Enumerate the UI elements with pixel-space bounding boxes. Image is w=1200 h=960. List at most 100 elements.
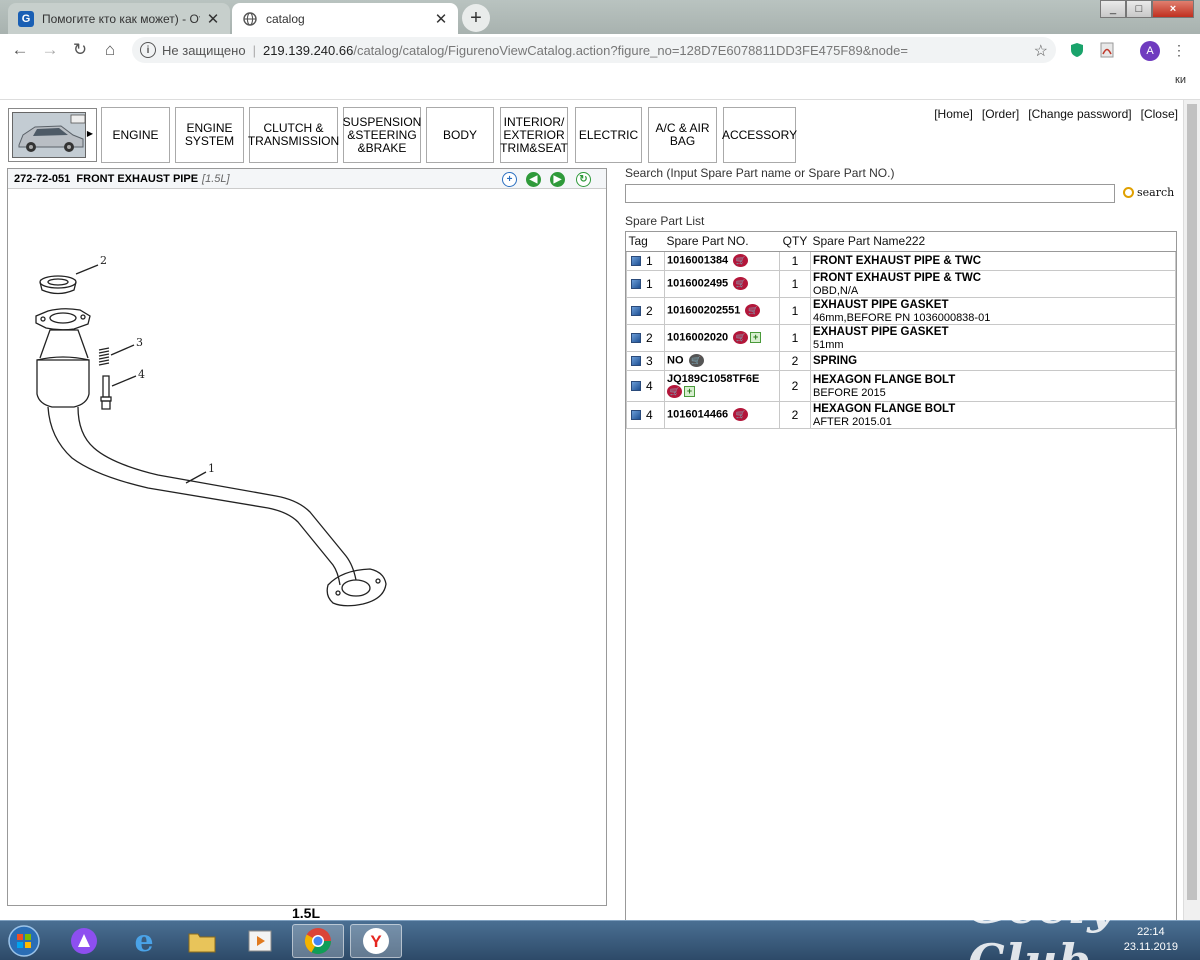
menu-dots-icon[interactable]: ⋮ [1170,41,1188,59]
search-icon [1123,187,1134,198]
close-tab-icon[interactable]: ✕ [434,10,448,28]
category-ac-airbag-button[interactable]: A/C & AIR BAG [648,107,717,163]
minimize-button[interactable]: _ [1100,0,1126,18]
part-number[interactable]: 101600202551 [667,304,740,316]
table-row[interactable]: 3 NO 🛒 2 SPRING [626,350,1176,371]
table-row[interactable]: 4 JQ189C1058TF6E 🛒 + 2 HEXAGON FLANGE BOLT… [626,369,1176,402]
search-button[interactable]: search [1123,186,1174,199]
part-number[interactable]: 1016001384 [667,254,728,266]
part-number[interactable]: 1016014466 [667,408,728,420]
page-scrollbar[interactable] [1183,100,1200,920]
next-figure-icon[interactable]: ▶ [550,172,565,187]
tab-catalog[interactable]: catalog ✕ [232,3,458,34]
change-password-link[interactable]: [Change password] [1028,107,1131,121]
category-accessory-button[interactable]: ACCESSORY [722,107,797,163]
table-row[interactable]: 4 1016014466 🛒 2 HEXAGON FLANGE BOLT AFTER… [626,400,1176,429]
taskbar-yandex-browser-icon[interactable]: Y [350,924,402,958]
part-search-input[interactable] [625,184,1115,203]
add-to-cart-icon[interactable]: 🛒 [733,254,749,267]
part-tag-icon[interactable] [631,381,641,392]
category-interior-exterior-button[interactable]: INTERIOR/ EXTERIOR TRIM&SEAT [500,107,568,163]
scrollbar-thumb[interactable] [1187,104,1197,900]
close-window-button[interactable]: × [1152,0,1194,18]
top-links: [Home] [Order] [Change password] [Close] [934,107,1178,121]
new-tab-button[interactable]: + [462,4,490,32]
replacement-plus-icon[interactable]: + [684,386,695,397]
profile-avatar[interactable]: A [1140,41,1160,61]
bookmark-star-icon[interactable]: ☆ [1034,41,1048,61]
taskbar-media-player-icon[interactable] [234,924,286,958]
part-tag-icon[interactable] [631,410,641,421]
add-to-cart-icon[interactable]: 🛒 [733,408,749,421]
forward-arrow-icon[interactable]: → [38,38,62,62]
order-link[interactable]: [Order] [982,107,1019,121]
bookmarks-bar: ки [0,66,1200,100]
cart-unavailable-icon[interactable]: 🛒 [688,354,704,367]
part-tag-icon[interactable] [631,279,641,290]
part-note: AFTER 2015.01 [813,415,892,428]
part-name: EXHAUST PIPE GASKET [813,325,949,338]
bookmarks-overflow[interactable]: ки [1175,74,1186,86]
part-note: OBD,N/A [813,284,859,297]
add-to-cart-icon[interactable]: 🛒 [667,385,682,398]
table-row[interactable]: 2 101600202551 🛒 1 EXHAUST PIPE GASKET 46m… [626,296,1176,325]
category-suspension-steering-brake-button[interactable]: SUSPENSION &STEERING &BRAKE [343,107,421,163]
taskbar-chrome-icon[interactable] [292,924,344,958]
column-name: Spare Part Name222 [810,232,1176,252]
part-tag-icon[interactable] [631,306,641,317]
refresh-figure-icon[interactable]: ↻ [576,172,591,187]
part-qty: 2 [779,400,811,429]
part-tag: 2 [646,330,653,345]
info-icon[interactable]: i [140,42,156,58]
pdf-extension-icon[interactable] [1098,41,1116,59]
callout-4: 4 [138,368,145,381]
exhaust-pipe-drawing [35,264,387,607]
part-number[interactable]: NO [667,354,684,366]
taskbar-explorer-icon[interactable] [176,924,228,958]
table-header-row: Tag Spare Part NO. QTY Spare Part Name22… [626,232,1176,252]
table-row[interactable]: 1 1016002495 🛒 1 FRONT EXHAUST PIPE & TWC… [626,269,1176,298]
part-number[interactable]: JQ189C1058TF6E [667,373,759,385]
car-selector-arrow-icon[interactable]: ▶ [87,129,93,138]
part-number[interactable]: 1016002020 [667,331,728,343]
tab-otzovik[interactable]: G Помогите кто как может) - Отзы ✕ [8,3,230,34]
home-icon[interactable]: ⌂ [98,38,122,62]
part-number[interactable]: 1016002495 [667,277,728,289]
shield-extension-icon[interactable] [1068,41,1086,59]
part-name: SPRING [813,355,858,367]
close-tab-icon[interactable]: ✕ [206,10,220,28]
category-clutch-transmission-button[interactable]: CLUTCH & TRANSMISSION [248,107,339,163]
callout-labels: 2 3 4 1 [100,254,215,475]
add-to-cart-icon[interactable]: 🛒 [733,277,749,290]
table-row[interactable]: 1 1016001384 🛒 1 FRONT EXHAUST PIPE & TWC [626,250,1176,271]
previous-figure-icon[interactable]: ◀ [526,172,541,187]
category-engine-button[interactable]: ENGINE [101,107,170,163]
part-tag-icon[interactable] [631,356,641,367]
reload-icon[interactable]: ↻ [68,38,92,62]
address-bar[interactable]: i Не защищено | 219.139.240.66/catalog/c… [132,37,1056,63]
add-to-cart-icon[interactable]: 🛒 [745,304,761,317]
taskbar-ie-icon[interactable]: e [118,924,170,959]
maximize-button[interactable]: □ [1126,0,1152,18]
replacement-plus-icon[interactable]: + [750,332,762,343]
zoom-in-icon[interactable]: + [502,172,517,187]
part-tag-icon[interactable] [631,333,641,344]
taskbar-alice-icon[interactable] [58,924,110,958]
windows-logo-icon [8,925,40,957]
figure-panel: 272-72-051 FRONT EXHAUST PIPE [1.5L] + ◀ … [7,168,607,906]
car-model-selector[interactable]: ▶ [8,108,97,162]
category-electric-button[interactable]: ELECTRIC [575,107,642,163]
part-tag-icon[interactable] [631,256,641,267]
figure-title: FRONT EXHAUST PIPE [76,172,199,185]
home-link[interactable]: [Home] [934,107,973,121]
close-link[interactable]: [Close] [1141,107,1178,121]
part-tag: 1 [646,253,653,268]
table-row[interactable]: 2 1016002020 🛒 + 1 EXHAUST PIPE GASKET 51mm [626,323,1176,352]
category-body-button[interactable]: BODY [426,107,494,163]
back-arrow-icon[interactable]: ← [8,38,32,62]
category-engine-system-button[interactable]: ENGINE SYSTEM [175,107,244,163]
add-to-cart-icon[interactable]: 🛒 [733,331,749,344]
start-button[interactable] [2,924,46,958]
part-tag: 1 [646,276,653,291]
part-note: 46mm,BEFORE PN 1036000838-01 [813,311,991,324]
